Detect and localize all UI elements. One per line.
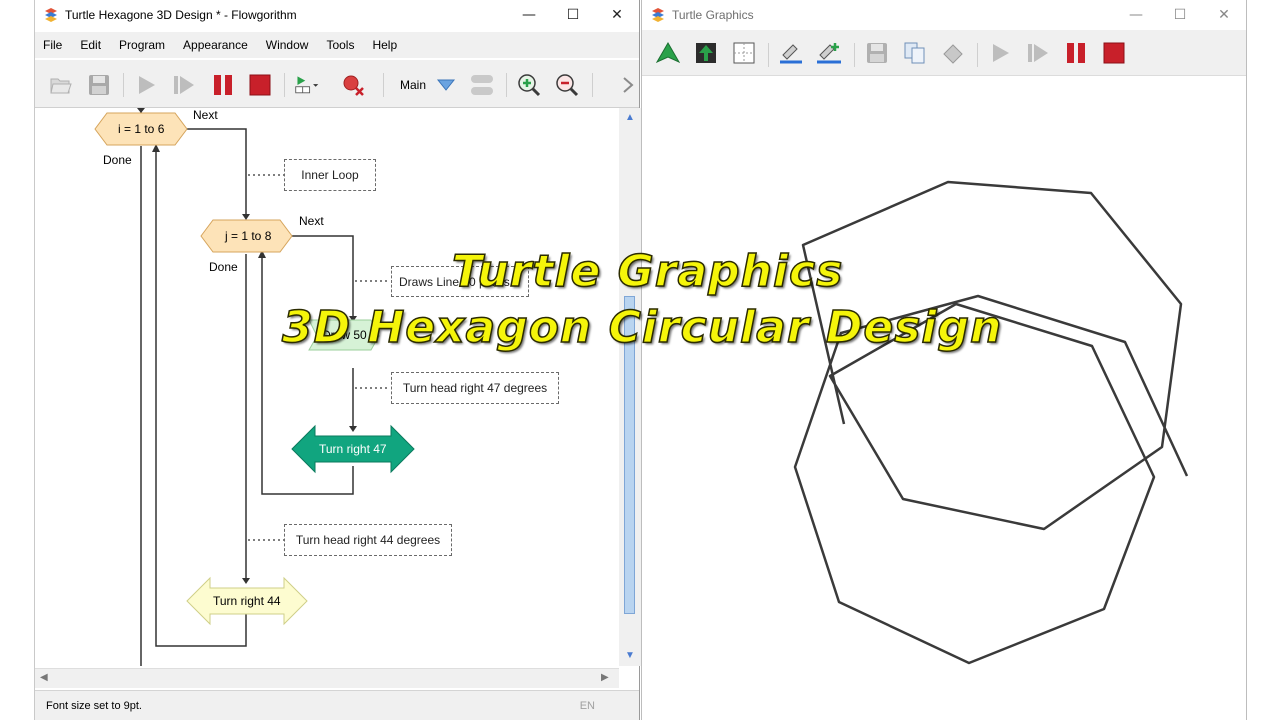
menu-file[interactable]: File [43,38,62,52]
turtle-close-button[interactable]: ✕ [1202,0,1246,30]
turn47-block-label[interactable]: Turn right 47 [319,442,387,456]
turtle-window-title: Turtle Graphics [672,8,754,22]
copy-icon[interactable] [902,40,928,66]
turtle-titlebar[interactable]: Turtle Graphics — ☐ ✕ [642,0,1246,30]
scroll-down-icon[interactable]: ▼ [625,650,635,661]
flowgorithm-titlebar[interactable]: Turtle Hexagone 3D Design * - Flowgorith… [35,0,639,30]
turtle-canvas[interactable] [642,76,1246,720]
scroll-left-icon[interactable]: ◀ [40,672,48,683]
turtle-minimize-button[interactable]: — [1114,0,1158,30]
scroll-right-icon[interactable]: ▶ [601,672,609,683]
outer-loop-next-label: Next [193,108,218,122]
turtle-drawing [793,180,1189,665]
close-button[interactable]: ✕ [595,0,639,30]
desktop: Turtle Hexagone 3D Design * - Flowgorith… [0,0,1280,720]
status-message: Font size set to 9pt. [46,700,142,712]
inner-loop-comment[interactable]: Inner Loop [284,159,376,191]
overlay-title-line1: Turtle Graphics [451,245,844,298]
step-icon[interactable] [171,72,197,98]
turtle-path [793,180,1189,665]
turn44-comment[interactable]: Turn head right 44 degrees [284,524,452,556]
clear-breakpoint-icon[interactable] [341,72,367,98]
inner-loop-label[interactable]: j = 1 to 8 [225,229,271,243]
menu-bar: File Edit Program Appearance Window Tool… [35,32,639,58]
desktop-background-right [1248,0,1280,720]
inner-loop-done-label: Done [209,260,238,274]
function-select[interactable]: Main [400,78,426,92]
vertical-scrollbar[interactable]: ▲ ▼ [619,108,641,666]
turtle-run-icon[interactable] [987,40,1013,66]
run-icon[interactable] [133,72,159,98]
turtle-pause-icon[interactable] [1063,40,1089,66]
add-watch-icon[interactable] [294,72,320,98]
menu-appearance[interactable]: Appearance [183,38,248,52]
outer-loop-label[interactable]: i = 1 to 6 [118,122,164,136]
turtle-save-icon[interactable] [864,40,890,66]
status-language: EN [579,700,595,712]
turtle-icon[interactable] [655,40,681,66]
pen-up-icon[interactable] [693,40,719,66]
menu-help[interactable]: Help [372,38,397,52]
flowgorithm-app-icon [45,8,57,22]
outer-loop-done-label: Done [103,153,132,167]
line-width-icon[interactable] [778,40,804,66]
turtle-stop-icon[interactable] [1101,40,1127,66]
turn44-block-label[interactable]: Turn right 44 [213,594,281,608]
pause-icon[interactable] [210,72,236,98]
open-icon[interactable] [48,72,74,98]
desktop-background-left [0,0,34,720]
grid-icon[interactable] [731,40,757,66]
maximize-button[interactable]: ☐ [551,0,595,30]
zoom-in-icon[interactable] [516,72,542,98]
flowgorithm-window: Turtle Hexagone 3D Design * - Flowgorith… [34,0,641,720]
layout-icon[interactable] [469,72,495,98]
turtle-graphics-window: Turtle Graphics — ☐ ✕ [641,0,1247,720]
flowgorithm-app-icon [652,8,664,22]
save-icon[interactable] [86,72,112,98]
turtle-toolbar [642,30,1246,76]
scroll-up-icon[interactable]: ▲ [625,112,635,123]
horizontal-scrollbar[interactable]: ◀ ▶ [35,668,619,688]
turtle-maximize-button[interactable]: ☐ [1158,0,1202,30]
window-title: Turtle Hexagone 3D Design * - Flowgorith… [65,8,297,22]
main-toolbar: Main [35,60,639,108]
overlay-title-line2: 3D Hexagon Circular Design [281,301,1003,354]
turtle-step-icon[interactable] [1025,40,1051,66]
menu-window[interactable]: Window [266,38,309,52]
erase-icon[interactable] [940,40,966,66]
menu-tools[interactable]: Tools [326,38,354,52]
line-color-icon[interactable] [816,40,842,66]
turn47-comment[interactable]: Turn head right 47 degrees [391,372,559,404]
inner-loop-next-label: Next [299,214,324,228]
menu-edit[interactable]: Edit [80,38,101,52]
minimize-button[interactable]: — [507,0,551,30]
status-bar: Font size set to 9pt. EN [35,690,639,720]
stop-icon[interactable] [247,72,273,98]
more-icon[interactable] [618,72,638,98]
menu-program[interactable]: Program [119,38,165,52]
flowchart-canvas[interactable]: i = 1 to 6 Next Done Inner Loop j = 1 to… [35,108,619,666]
function-dropdown-icon[interactable] [433,72,459,98]
zoom-out-icon[interactable] [554,72,580,98]
